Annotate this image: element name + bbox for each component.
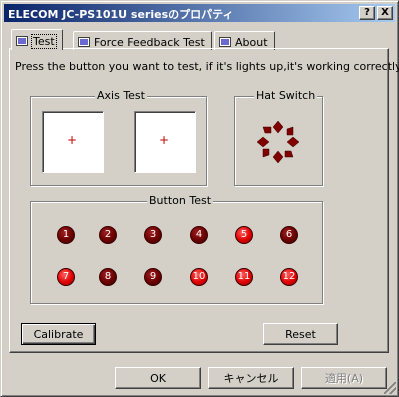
axis-test-label: Axis Test [95, 89, 147, 102]
button-indicator-9: 9 [144, 268, 162, 286]
close-button[interactable]: X [377, 6, 393, 20]
button-indicator-1: 1 [57, 226, 75, 244]
tab-test-label: Test [31, 33, 57, 49]
button-indicator-3: 3 [144, 226, 162, 244]
button-indicator-8: 8 [99, 268, 117, 286]
axis-box-left: + [42, 111, 104, 173]
calibrate-button[interactable]: Calibrate [21, 323, 96, 345]
reset-button[interactable]: Reset [263, 323, 338, 345]
button-indicator-6: 6 [280, 226, 298, 244]
hat-switch-indicator [256, 120, 300, 164]
instruction-text: Press the button you want to test, if it… [15, 60, 399, 73]
help-button[interactable]: ? [359, 6, 375, 20]
hat-up-icon [272, 120, 284, 134]
hat-up-left-icon [262, 126, 272, 134]
button-indicator-4: 4 [190, 226, 208, 244]
ok-button[interactable]: OK [115, 367, 201, 389]
controller-icon [219, 37, 231, 47]
button-test-label: Button Test [147, 194, 214, 207]
crosshair-icon: + [67, 133, 78, 147]
title-bar[interactable]: ELECOM JC-PS101U seriesのプロパティ ? X [4, 4, 395, 22]
hat-down-right-icon [284, 150, 294, 158]
axis-box-right: + [134, 111, 196, 173]
button-indicator-11: 11 [235, 268, 253, 286]
button-indicator-10: 10 [190, 268, 208, 286]
hat-switch-label: Hat Switch [254, 89, 318, 102]
button-indicator-12: 12 [280, 268, 298, 286]
hat-right-icon [286, 136, 300, 148]
hat-down-icon [272, 150, 284, 164]
button-indicator-2: 2 [99, 226, 117, 244]
tab-test[interactable]: Test [11, 29, 63, 50]
button-indicator-7: 7 [57, 268, 75, 286]
hat-up-right-icon [286, 126, 294, 136]
window-title: ELECOM JC-PS101U seriesのプロパティ [8, 8, 234, 21]
properties-window: ELECOM JC-PS101U seriesのプロパティ ? X Test F… [0, 0, 399, 397]
apply-button[interactable]: 適用(A) [301, 367, 387, 389]
cancel-button[interactable]: キャンセル [208, 367, 294, 389]
controller-icon [78, 37, 90, 47]
button-indicator-5: 5 [235, 226, 253, 244]
controller-icon [16, 36, 28, 46]
hat-left-icon [256, 136, 270, 148]
button-test-group: Button Test [30, 194, 323, 304]
hat-down-left-icon [262, 148, 270, 158]
crosshair-icon: + [159, 133, 170, 147]
tab-force-feedback-label: Force Feedback Test [94, 35, 205, 49]
tab-about-label: About [235, 35, 268, 49]
resize-grip[interactable] [384, 382, 396, 394]
